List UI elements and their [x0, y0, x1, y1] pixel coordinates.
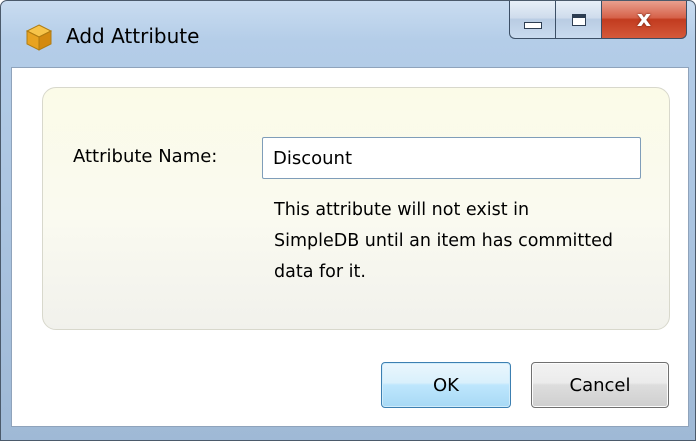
attribute-panel: Attribute Name: This attribute will not … — [42, 87, 670, 330]
minimize-button[interactable] — [509, 1, 555, 39]
cube-icon — [25, 23, 53, 51]
attribute-name-label: Attribute Name: — [73, 146, 218, 167]
title-bar[interactable]: Add Attribute x — [1, 1, 695, 67]
ok-button[interactable]: OK — [381, 362, 511, 408]
window-controls: x — [509, 1, 687, 41]
add-attribute-dialog: Add Attribute x Attribute Name: This att… — [0, 0, 696, 441]
window-title: Add Attribute — [66, 24, 200, 48]
maximize-button[interactable] — [555, 1, 601, 39]
maximize-icon — [571, 13, 586, 26]
close-icon: x — [636, 6, 652, 32]
minimize-icon — [523, 22, 542, 29]
help-text: This attribute will not exist in SimpleD… — [274, 200, 613, 282]
close-button[interactable]: x — [601, 1, 687, 39]
cancel-button[interactable]: Cancel — [531, 362, 669, 408]
attribute-name-input[interactable] — [262, 137, 641, 179]
dialog-content: Attribute Name: This attribute will not … — [11, 67, 689, 427]
